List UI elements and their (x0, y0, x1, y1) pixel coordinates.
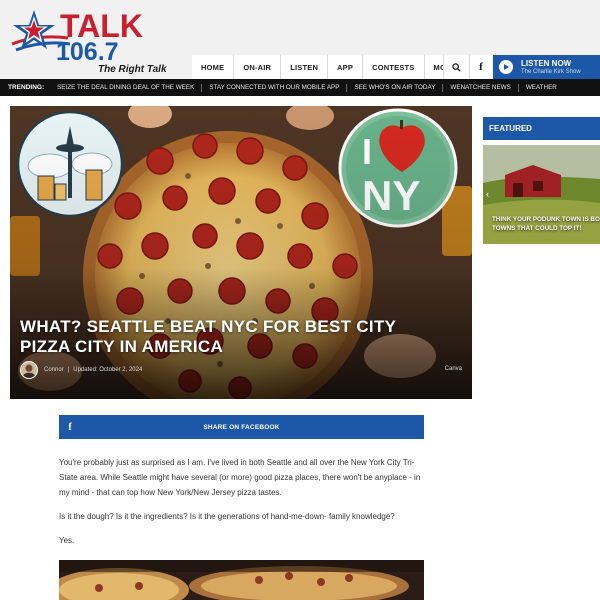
image-credit: Canva (444, 366, 462, 372)
featured-caption-line: THINK YOUR PODUNK TOWN IS BOR (492, 216, 600, 223)
logo-frequency-text: 106.7 (56, 38, 119, 66)
updated-date: Updated: October 2, 2024 (73, 367, 143, 373)
search-button[interactable] (443, 55, 468, 79)
featured-heading: FEATURED (483, 117, 600, 140)
featured-card[interactable]: ‹ THINK YOUR PODUNK TOWN IS BOR TOWNS TH… (483, 145, 600, 244)
trending-item[interactable]: SEIZE THE DEAL DINING DEAL OF THE WEEK (50, 83, 203, 92)
trending-item[interactable]: STAY CONNECTED WITH OUR MOBILE APP (202, 83, 348, 92)
nav-listen[interactable]: LISTEN (281, 55, 329, 79)
listen-now-show: The Charlie Kirk Show (521, 68, 581, 75)
facebook-icon: f (479, 61, 483, 73)
logo-tagline-text: The Right Talk (98, 64, 167, 75)
pizza-photo (59, 560, 424, 600)
article-paragraph: Is it the dough? Is it the ingredients? … (59, 512, 395, 521)
article-paragraph: You're probably just as surprised as I a… (59, 458, 421, 497)
carousel-prev-icon[interactable]: ‹ (486, 189, 489, 199)
author-photo-icon (21, 362, 37, 378)
play-icon (499, 60, 513, 74)
trending-bar: TRENDING: SEIZE THE DEAL DINING DEAL OF … (0, 79, 600, 96)
meta-separator: | (67, 367, 70, 373)
author-name[interactable]: Connor (44, 367, 64, 373)
listen-now-title: LISTEN NOW (521, 58, 572, 68)
trending-item[interactable]: WENATCHEE NEWS (443, 83, 519, 92)
share-facebook-label: SHARE ON FACEBOOK (203, 423, 280, 431)
facebook-link[interactable]: f (469, 55, 492, 79)
listen-now-button[interactable]: LISTEN NOW The Charlie Kirk Show (493, 55, 600, 79)
trending-label: TRENDING: (8, 84, 45, 91)
featured-caption-line: TOWNS THAT COULD TOP IT! (492, 225, 582, 232)
author-avatar[interactable] (20, 361, 38, 379)
article-title[interactable]: WHAT? SEATTLE BEAT NYC FOR BEST CITY PIZ… (20, 317, 440, 357)
featured-caption[interactable]: THINK YOUR PODUNK TOWN IS BOR TOWNS THAT… (492, 215, 600, 233)
trending-item[interactable]: WEATHER (519, 84, 564, 92)
hero-article[interactable]: I NY WHAT? SEATTLE BEAT NYC FOR BEST CIT… (10, 106, 472, 399)
search-icon (451, 62, 461, 72)
article-body: You're probably just as surprised as I a… (59, 455, 424, 557)
trending-item[interactable]: SEE WHO'S ON AIR TODAY (347, 83, 444, 92)
article-meta: Connor | Updated: October 2, 2024 (20, 361, 142, 379)
article-paragraph: Yes. (59, 536, 75, 545)
nav-app[interactable]: APP (328, 55, 364, 79)
share-facebook-button[interactable]: f SHARE ON FACEBOOK (59, 415, 424, 439)
station-logo[interactable]: TALK 106.7 The Right Talk (8, 4, 186, 76)
nav-contests[interactable]: CONTESTS (363, 55, 425, 79)
nav-home[interactable]: HOME (192, 55, 235, 79)
article-image (59, 560, 424, 600)
nav-on-air[interactable]: ON-AIR (234, 55, 282, 79)
